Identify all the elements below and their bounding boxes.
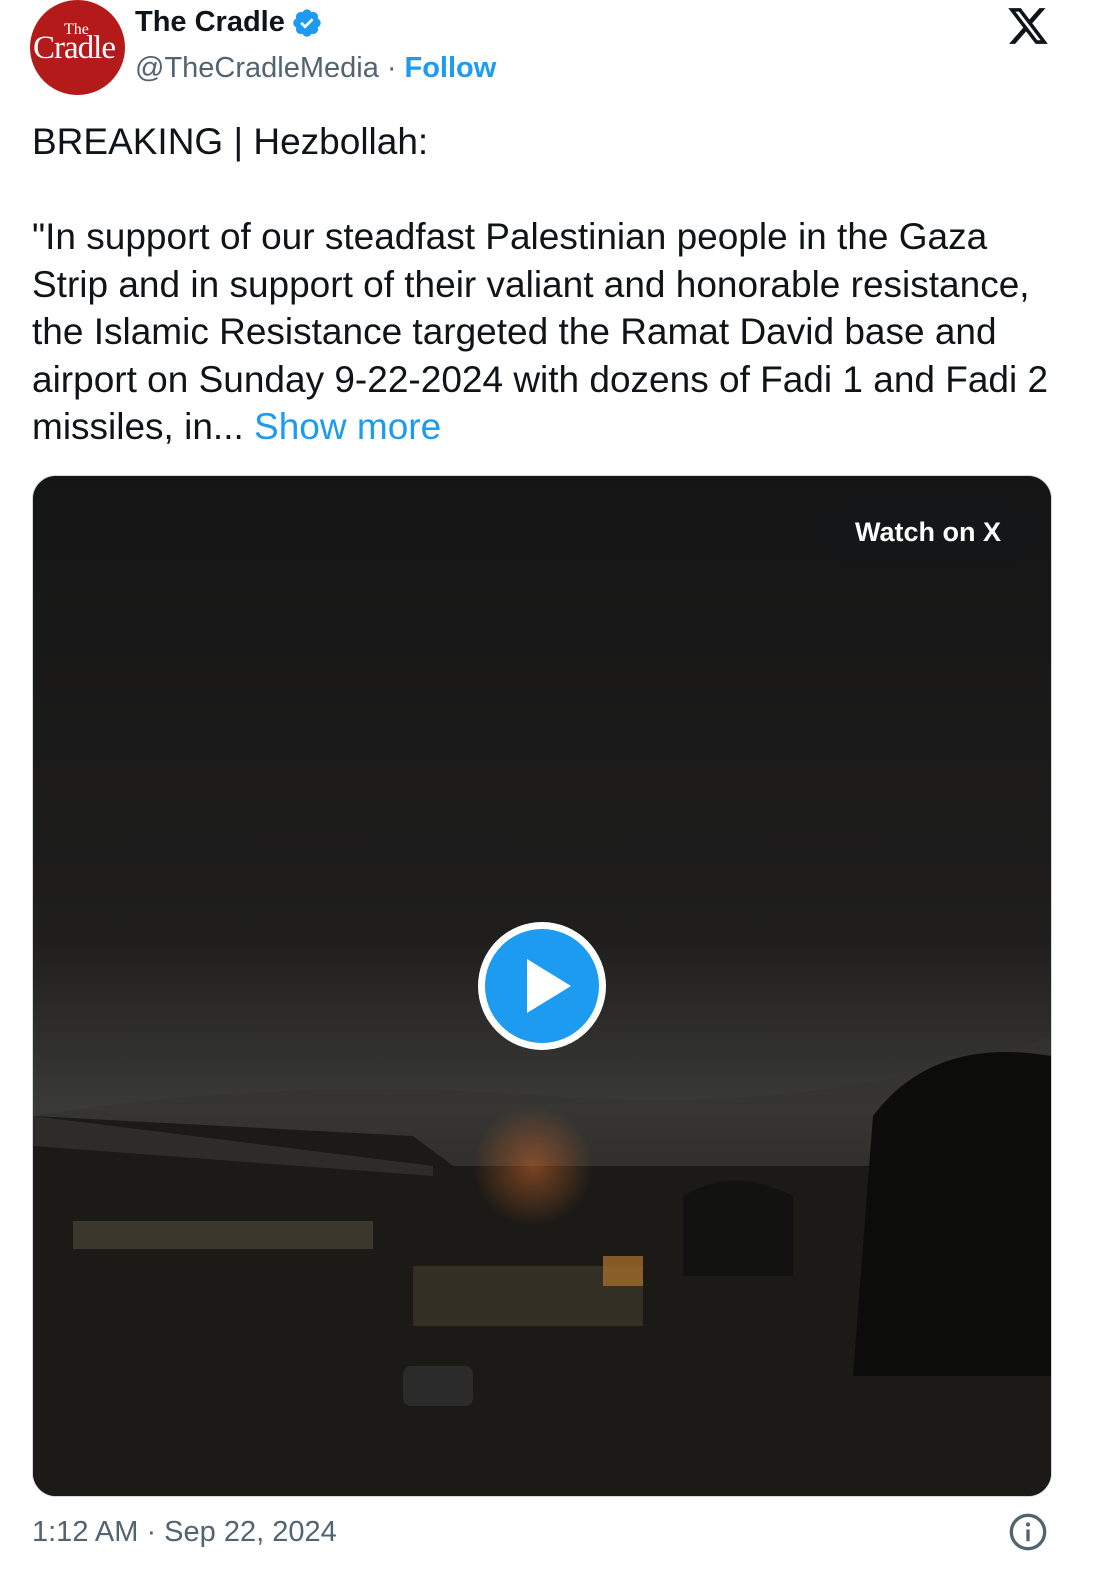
show-more-link[interactable]: Show more xyxy=(254,406,441,447)
video-player[interactable]: Watch on X xyxy=(32,475,1052,1497)
info-icon[interactable] xyxy=(1008,1512,1048,1552)
tweet-footer: 1:12 AM · Sep 22, 2024 xyxy=(32,1512,1062,1556)
avatar-logo-main: Cradle xyxy=(33,30,116,66)
play-icon xyxy=(478,922,606,1050)
follow-button[interactable]: Follow xyxy=(405,52,497,85)
x-logo-icon[interactable] xyxy=(1006,4,1050,48)
timestamp[interactable]: 1:12 AM · Sep 22, 2024 xyxy=(32,1516,337,1549)
play-button[interactable] xyxy=(475,919,609,1053)
tweet-header: The Cradle The Cradle @TheCradleMedia · … xyxy=(30,0,1070,100)
name-row: The Cradle xyxy=(135,6,323,39)
tweet-card: The Cradle The Cradle @TheCradleMedia · … xyxy=(0,0,1094,1584)
avatar[interactable]: The Cradle xyxy=(30,0,125,95)
handle[interactable]: @TheCradleMedia xyxy=(135,52,379,85)
separator-dot: · xyxy=(386,52,397,84)
watch-on-x-button[interactable]: Watch on X xyxy=(821,500,1035,564)
verified-badge-icon xyxy=(293,8,321,37)
handle-row: @TheCradleMedia · Follow xyxy=(135,52,496,85)
display-name[interactable]: The Cradle xyxy=(135,6,285,39)
tweet-text: BREAKING | Hezbollah: "In support of our… xyxy=(32,118,1062,451)
tweet-body: BREAKING | Hezbollah: "In support of our… xyxy=(32,121,1049,447)
